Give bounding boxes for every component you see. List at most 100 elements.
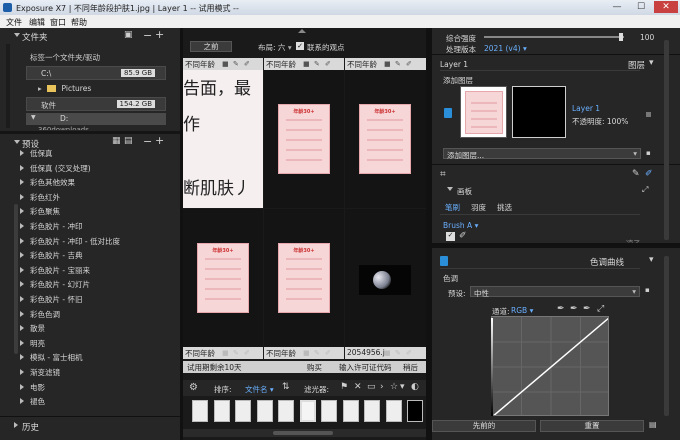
eyedropper-gray-icon[interactable]: ✒ — [570, 305, 578, 314]
thumb-cell-1[interactable]: 不同年龄 告面，最 作 断肌肤丿 — [183, 58, 263, 208]
add-layer-dropdown[interactable]: 添加图层... ▾ — [443, 148, 641, 160]
close-button[interactable]: ✕ — [654, 1, 678, 13]
chevron-down-icon[interactable]: ▾ — [649, 59, 654, 68]
list-view-icon[interactable]: ▤ — [124, 137, 133, 146]
right-scrollbar-top[interactable] — [664, 40, 669, 240]
menu-window[interactable]: 窗口 — [50, 17, 66, 28]
minimize-button[interactable]: — — [606, 1, 628, 13]
drive-software[interactable]: 软件 154.2 GB — [26, 97, 166, 111]
filmstrip-thumbnail[interactable] — [213, 400, 230, 422]
paint-brush-icon[interactable]: ✐ — [645, 170, 653, 179]
add-layer-label[interactable]: 添加图层 — [443, 75, 473, 86]
thumb-cell-4[interactable]: 年龄30+ 不同年龄 — [183, 209, 263, 359]
rating-box-icon[interactable]: ■ — [384, 61, 391, 68]
pin-icon[interactable]: ✐ — [406, 61, 412, 68]
pin-icon[interactable]: ✐ — [244, 61, 250, 68]
channel-dropdown[interactable]: RGB ▾ — [511, 306, 533, 315]
brush-erase-icon[interactable]: ✐ — [459, 232, 467, 241]
curve-preset-dropdown[interactable]: 中性 ▾ — [470, 286, 640, 298]
filmstrip-thumbnail[interactable] — [385, 400, 402, 422]
before-button[interactable]: 之前 — [190, 41, 232, 52]
filmstrip-thumbnail[interactable] — [299, 400, 316, 422]
remove-preset-icon[interactable]: − — [143, 136, 152, 147]
tone-curve-graph[interactable] — [491, 316, 609, 416]
edit-icon[interactable]: ✎ — [233, 350, 239, 357]
overall-strength-slider[interactable] — [484, 33, 624, 41]
preset-options-icon[interactable]: ▪ — [645, 287, 650, 294]
filmstrip-thumbnail[interactable] — [407, 400, 423, 422]
edit-icon[interactable]: ✎ — [395, 350, 401, 357]
process-version-dropdown[interactable]: 2021 (v4) ▾ — [484, 44, 527, 53]
comment-icon[interactable]: ▭ — [367, 383, 376, 392]
crop-icon[interactable]: ⌗ — [440, 170, 446, 180]
folders-scrollbar[interactable] — [6, 44, 10, 128]
edit-icon[interactable]: ✎ — [233, 61, 239, 68]
brush-tool-icon[interactable]: ✎ — [632, 170, 640, 179]
close-filter-icon[interactable]: ✕ — [354, 383, 362, 392]
collapse-icon[interactable] — [14, 140, 20, 144]
tone-curve-toggle[interactable] — [440, 256, 448, 266]
monitor-icon[interactable]: ▣ — [124, 31, 133, 40]
filmstrip-thumbnail[interactable] — [342, 400, 359, 422]
reset-button[interactable]: 重置 — [540, 420, 644, 432]
panel-menu-icon[interactable]: ▤ — [649, 421, 657, 429]
menu-file[interactable]: 文件 — [6, 17, 22, 28]
rating-box-icon[interactable]: ■ — [384, 350, 391, 357]
edit-icon[interactable]: ✎ — [314, 61, 320, 68]
layer-mask-thumbnail[interactable] — [512, 86, 566, 138]
brush-tab-select[interactable]: 挑选 — [497, 202, 512, 213]
eyedropper-black-icon[interactable]: ✒ — [557, 305, 565, 314]
presets-scrollbar[interactable] — [14, 204, 18, 354]
filmstrip-thumbnail[interactable] — [256, 400, 273, 422]
thumb-cell-2[interactable]: 不同年龄 年龄30+ — [264, 58, 344, 208]
enter-license-link[interactable]: 输入许可证代码 — [339, 362, 392, 373]
maximize-button[interactable]: ☐ — [630, 1, 652, 13]
collapse-icon[interactable] — [447, 187, 453, 191]
star-icon[interactable]: ☆ — [390, 383, 398, 392]
panel-divider[interactable] — [0, 131, 180, 134]
filmstrip-scroll-thumb[interactable] — [273, 431, 333, 435]
pin-icon[interactable]: ✐ — [325, 350, 331, 357]
thumb-cell-6[interactable]: 2054956.j — [345, 209, 426, 359]
pin-icon[interactable]: ✐ — [244, 350, 250, 357]
thumb-cell-5[interactable]: 年龄30+ 不同年龄 — [264, 209, 344, 359]
drive-d[interactable]: ▼ D: — [26, 113, 166, 125]
pin-icon[interactable]: ✐ — [406, 350, 412, 357]
expand-icon[interactable]: ⤢ — [597, 305, 604, 314]
filmstrip-thumbnail[interactable] — [364, 400, 380, 422]
brush-add-icon[interactable]: ✓ — [446, 232, 455, 241]
layer-name[interactable]: Layer 1 — [572, 104, 600, 113]
panel-divider[interactable] — [432, 243, 680, 248]
filmstrip-thumbnail[interactable] — [278, 400, 294, 422]
rating-box-icon[interactable]: ■ — [222, 61, 229, 68]
collapse-top-icon[interactable] — [298, 29, 306, 33]
slider-knob[interactable] — [619, 33, 624, 41]
folder-360downloads[interactable]: 360downloads — [38, 126, 158, 130]
remove-folder-icon[interactable]: − — [143, 30, 152, 41]
drive-c[interactable]: C:\ 85.9 GB — [26, 66, 166, 80]
linked-views-checkbox[interactable]: ✓ — [296, 42, 304, 50]
menu-help[interactable]: 帮助 — [71, 17, 87, 28]
layer-options-icon[interactable] — [646, 112, 651, 117]
right-scrollbar-bottom[interactable] — [664, 256, 669, 416]
pin-icon[interactable]: ✐ — [325, 61, 331, 68]
color-label-icon[interactable]: ◐ — [411, 383, 419, 392]
flag-icon[interactable]: ⚑ — [340, 383, 348, 392]
filmstrip-thumbnail[interactable] — [192, 400, 208, 422]
grid-view-icon[interactable]: ▦ — [112, 137, 121, 146]
thumb-cell-3[interactable]: 不同年龄 年龄30+ — [345, 58, 426, 208]
sort-dropdown[interactable]: 文件名 ▾ — [245, 384, 274, 395]
layer-thumbnail-image[interactable] — [460, 86, 507, 138]
layout-dropdown[interactable]: 布局: 六 ▾ — [258, 42, 292, 53]
layer-visibility-icon[interactable] — [444, 108, 452, 118]
sort-order-icon[interactable]: ⇅ — [282, 383, 290, 392]
filmstrip-scrollbar[interactable] — [183, 429, 426, 437]
eyedropper-white-icon[interactable]: ✒ — [583, 305, 591, 314]
expand-icon[interactable] — [14, 422, 18, 428]
rating-box-icon[interactable]: ■ — [303, 61, 310, 68]
edit-icon[interactable]: ✎ — [314, 350, 320, 357]
add-folder-icon[interactable]: + — [155, 29, 164, 40]
brush-tab-brush[interactable]: 笔刷 — [445, 202, 460, 213]
edit-icon[interactable]: ✎ — [395, 61, 401, 68]
previous-button[interactable]: 先前的 — [432, 420, 536, 432]
